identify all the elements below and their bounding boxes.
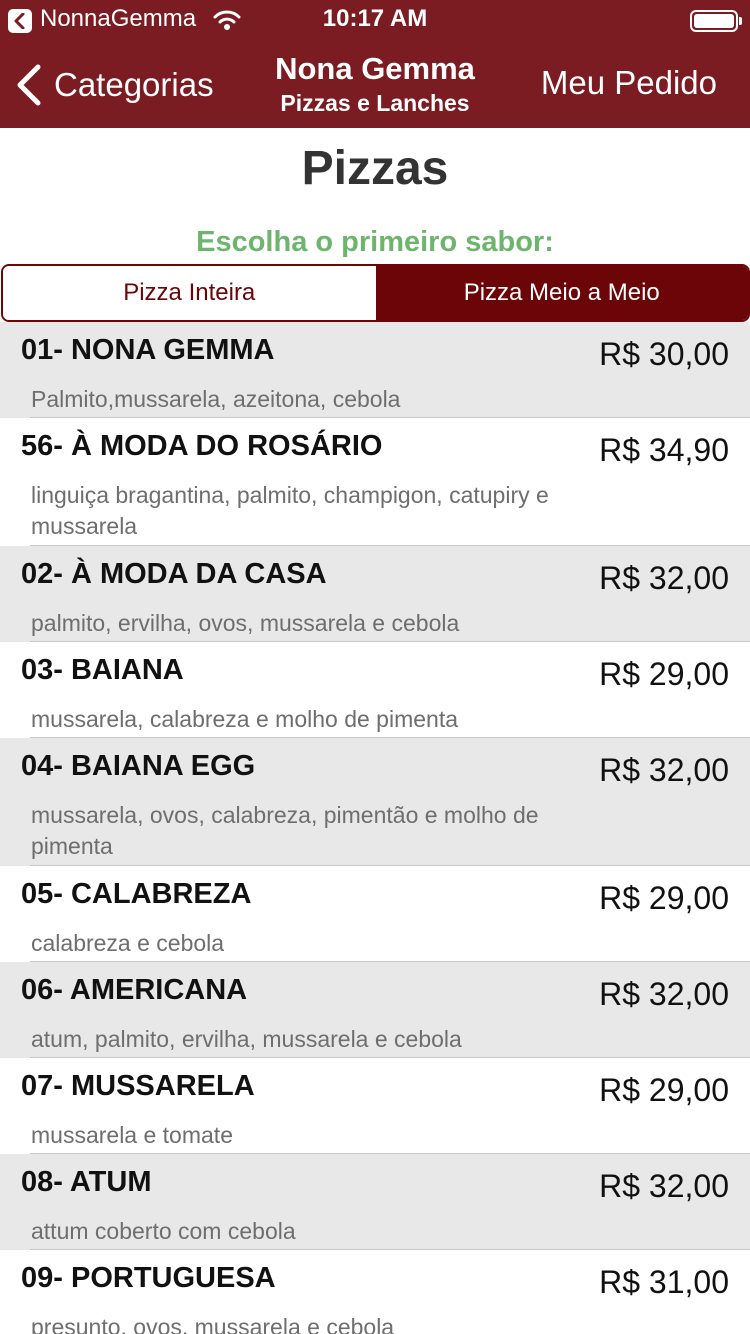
segment-pizza-meio-a-meio[interactable]: Pizza Meio a Meio <box>375 266 748 320</box>
list-item[interactable]: 06- AMERICANA R$ 32,00 atum, palmito, er… <box>0 962 750 1058</box>
item-description: presunto, ovos, mussarela e cebola <box>31 1314 395 1334</box>
item-price: R$ 29,00 <box>599 1072 729 1108</box>
item-price: R$ 34,90 <box>599 432 729 468</box>
item-price: R$ 32,00 <box>599 1168 729 1204</box>
item-name: 09- PORTUGUESA <box>21 1262 276 1294</box>
item-price: R$ 32,00 <box>599 752 729 788</box>
item-description: Palmito,mussarela, azeitona, cebola <box>31 386 401 412</box>
item-name: 04- BAIANA EGG <box>21 750 256 782</box>
my-order-button[interactable]: Meu Pedido <box>541 64 717 102</box>
item-name: 06- AMERICANA <box>21 974 248 1006</box>
item-name: 03- BAIANA <box>21 654 184 686</box>
flavor-prompt: Escolha o primeiro sabor: <box>196 226 554 258</box>
item-name: 56- À MODA DO ROSÁRIO <box>21 430 383 462</box>
navigation-bar: NonnaGemma 10:17 AM Categorias Nona Gemm… <box>0 0 750 128</box>
item-description: atum, palmito, ervilha, mussarela e cebo… <box>31 1026 462 1052</box>
item-price: R$ 31,00 <box>599 1264 729 1300</box>
item-price: R$ 32,00 <box>599 560 729 596</box>
item-name: 05- CALABREZA <box>21 878 252 910</box>
list-item[interactable]: 01- NONA GEMMA R$ 30,00 Palmito,mussarel… <box>0 322 750 418</box>
status-bar: NonnaGemma 10:17 AM <box>0 0 750 40</box>
item-description: linguiça bragantina, palmito, champigon,… <box>31 482 549 539</box>
list-item[interactable]: 09- PORTUGUESA R$ 31,00 presunto, ovos, … <box>0 1250 750 1334</box>
item-name: 01- NONA GEMMA <box>21 334 275 366</box>
list-item[interactable]: 08- ATUM R$ 32,00 attum coberto com cebo… <box>0 1154 750 1250</box>
list-item[interactable]: 03- BAIANA R$ 29,00 mussarela, calabreza… <box>0 642 750 738</box>
item-description: mussarela e tomate <box>31 1122 233 1148</box>
pizza-type-segmented-control: Pizza Inteira Pizza Meio a Meio <box>1 264 750 322</box>
item-price: R$ 32,00 <box>599 976 729 1012</box>
item-name: 08- ATUM <box>21 1166 152 1198</box>
list-item[interactable]: 56- À MODA DO ROSÁRIO R$ 34,90 linguiça … <box>0 418 750 546</box>
item-description: mussarela, ovos, calabreza, pimentão e m… <box>31 802 539 859</box>
list-item[interactable]: 02- À MODA DA CASA R$ 32,00 palmito, erv… <box>0 546 750 642</box>
list-item[interactable]: 04- BAIANA EGG R$ 32,00 mussarela, ovos,… <box>0 738 750 866</box>
item-description: mussarela, calabreza e molho de pimenta <box>31 706 459 732</box>
item-description: attum coberto com cebola <box>31 1218 296 1244</box>
item-price: R$ 29,00 <box>599 880 729 916</box>
item-price: R$ 29,00 <box>599 656 729 692</box>
list-item[interactable]: 07- MUSSARELA R$ 29,00 mussarela e tomat… <box>0 1058 750 1154</box>
status-time: 10:17 AM <box>322 5 428 32</box>
item-name: 07- MUSSARELA <box>21 1070 255 1102</box>
pizza-list: 01- NONA GEMMA R$ 30,00 Palmito,mussarel… <box>0 322 750 1334</box>
item-name: 02- À MODA DA CASA <box>21 558 327 590</box>
item-price: R$ 30,00 <box>599 336 729 372</box>
segment-pizza-inteira[interactable]: Pizza Inteira <box>3 266 376 320</box>
item-description: palmito, ervilha, ovos, mussarela e cebo… <box>31 610 460 636</box>
list-item[interactable]: 05- CALABREZA R$ 29,00 calabreza e cebol… <box>0 866 750 962</box>
page-title: Pizzas <box>301 142 449 195</box>
item-description: calabreza e cebola <box>31 930 225 956</box>
battery-icon <box>690 10 742 32</box>
